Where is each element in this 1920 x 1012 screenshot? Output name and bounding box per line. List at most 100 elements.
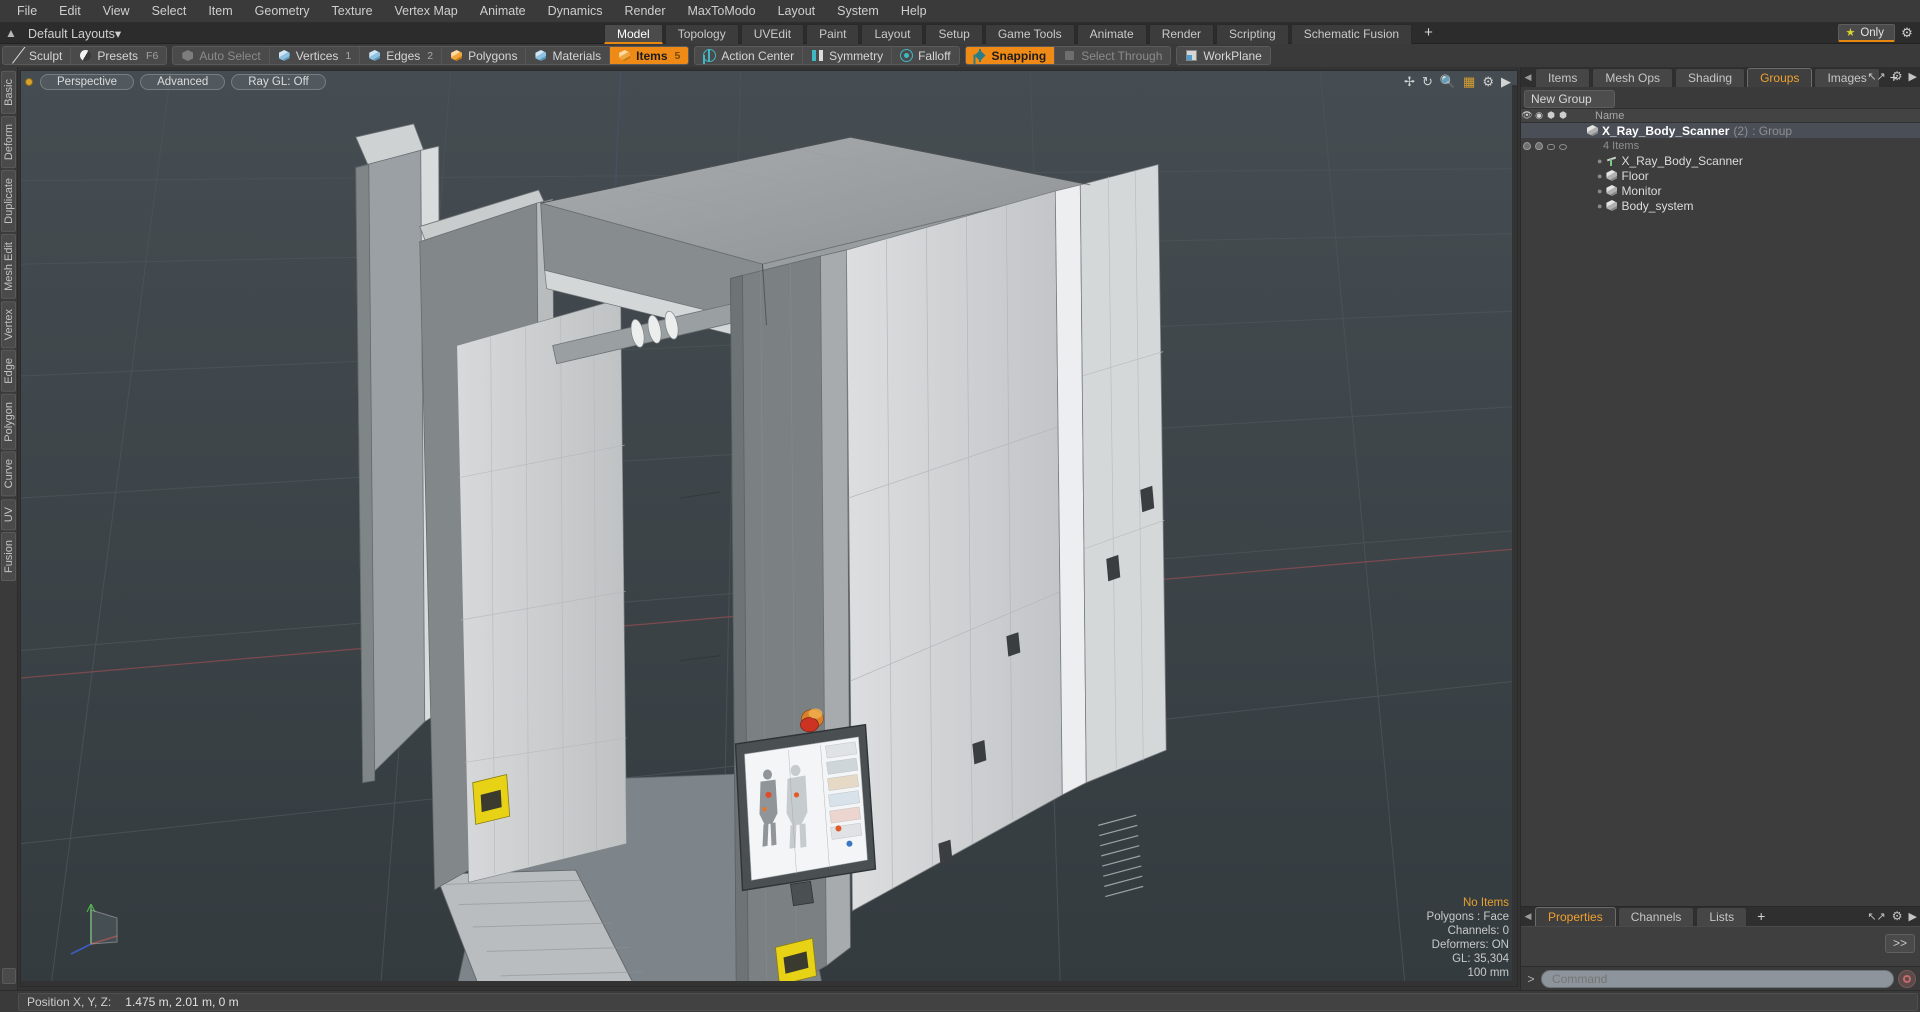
properties-tab-lists[interactable]: Lists (1696, 907, 1748, 926)
new-group-button[interactable]: New Group (1524, 89, 1615, 108)
home-up-icon[interactable]: ▲ (0, 26, 22, 40)
toolbar-workplane-button[interactable]: WorkPlane (1177, 47, 1269, 64)
expand-icon[interactable]: ↖↗ (1867, 70, 1885, 83)
chevron-right-icon[interactable]: ▶ (1909, 910, 1917, 923)
properties-add-tab-button[interactable]: + (1749, 907, 1773, 926)
menu-render[interactable]: Render (614, 0, 677, 23)
only-toggle-button[interactable]: ★ Only (1838, 24, 1895, 42)
rotate-icon[interactable]: ↻ (1422, 74, 1433, 90)
layout-tab-paint[interactable]: Paint (806, 24, 860, 44)
tree-row-monitor[interactable]: ● Monitor (1521, 183, 1920, 198)
layout-tab-schematic-fusion[interactable]: Schematic Fusion (1290, 24, 1413, 44)
menu-file[interactable]: File (6, 0, 48, 23)
toolbar-edges-button[interactable]: Edges 2 (360, 47, 443, 64)
render-region-icon[interactable]: ▦ (1463, 74, 1475, 90)
layout-tab-animate[interactable]: Animate (1076, 24, 1147, 44)
layout-tab-layout[interactable]: Layout (861, 24, 924, 44)
gear-icon[interactable]: ⚙ (1892, 909, 1903, 923)
toolbar-symmetry-button[interactable]: Symmetry (803, 47, 893, 64)
toolbar-items-button[interactable]: Items 5 (610, 47, 689, 64)
gear-icon[interactable]: ⚙ (1898, 25, 1916, 41)
toolbar-select-through-button[interactable]: Select Through (1055, 47, 1170, 64)
gear-icon[interactable]: ⚙ (1482, 74, 1494, 90)
tool-tab-vertex[interactable]: Vertex (1, 300, 16, 348)
menu-maxtomodo[interactable]: MaxToModo (677, 0, 767, 23)
layout-tab-uvedit[interactable]: UVEdit (740, 24, 805, 44)
tool-tab-mesh-edit[interactable]: Mesh Edit (1, 233, 16, 299)
menu-animate[interactable]: Animate (469, 0, 537, 23)
menu-layout[interactable]: Layout (767, 0, 827, 23)
tool-tab-curve[interactable]: Curve (1, 451, 16, 497)
panel-tab-shading[interactable]: Shading (1675, 68, 1746, 87)
tool-tab-edge[interactable]: Edge (1, 349, 16, 392)
tree-row-group[interactable]: X_Ray_Body_Scanner (2) : Group (1521, 123, 1920, 138)
gear-icon[interactable]: ⚙ (1892, 69, 1903, 83)
viewport-shading-mode-button[interactable]: Advanced (140, 74, 226, 90)
3d-viewport[interactable]: Perspective Advanced Ray GL: Off ✢ ↻ 🔍 ▦… (20, 70, 1518, 987)
menu-edit[interactable]: Edit (48, 0, 92, 23)
command-input[interactable] (1541, 969, 1894, 988)
layout-preset-selector[interactable]: Default Layouts▾ (22, 26, 121, 41)
menu-texture[interactable]: Texture (321, 0, 384, 23)
menu-vertex-map[interactable]: Vertex Map (384, 0, 469, 23)
shaded-toggle[interactable] (1557, 139, 1569, 153)
toolbar-presets-button[interactable]: Presets F6 (71, 47, 166, 64)
toolbar-materials-button[interactable]: Materials (526, 47, 611, 64)
tool-panel-toggle[interactable] (1, 968, 16, 984)
properties-tab-channels[interactable]: Channels (1617, 907, 1695, 926)
viewport-view-mode-button[interactable]: Perspective (40, 74, 135, 90)
menu-help[interactable]: Help (890, 0, 938, 23)
menu-system[interactable]: System (826, 0, 890, 23)
panel-tab-groups[interactable]: Groups (1747, 68, 1813, 87)
toolbar-falloff-button[interactable]: Falloff (892, 47, 958, 64)
tree-row-floor[interactable]: ● Floor (1521, 168, 1920, 183)
tree-row-body-system[interactable]: ● Body_system (1521, 198, 1920, 213)
add-layout-tab-button[interactable]: + (1414, 24, 1443, 44)
render-icon[interactable]: ◉ (1533, 110, 1545, 121)
viewport-indicator-dot[interactable] (25, 78, 33, 86)
wireframe-toggle[interactable] (1545, 139, 1557, 153)
chevron-right-icon[interactable]: ▶ (1909, 70, 1917, 83)
expand-icon[interactable]: ↖↗ (1867, 910, 1885, 923)
visibility-icon[interactable]: 👁 (1521, 110, 1533, 121)
layout-tab-model[interactable]: Model (604, 24, 663, 44)
shaded-icon[interactable]: ⬢ (1557, 110, 1569, 121)
tool-tab-polygon[interactable]: Polygon (1, 393, 16, 450)
tool-tab-uv[interactable]: UV (1, 498, 16, 531)
move-icon[interactable]: ✢ (1404, 74, 1415, 90)
panel-tab-mesh-ops[interactable]: Mesh Ops (1592, 68, 1674, 87)
viewport-raygl-button[interactable]: Ray GL: Off (231, 74, 326, 90)
menu-select[interactable]: Select (141, 0, 198, 23)
play-icon[interactable]: ▶ (1501, 74, 1511, 90)
toolbar-vertices-button[interactable]: Vertices 1 (270, 47, 361, 64)
layout-tab-scripting[interactable]: Scripting (1216, 24, 1289, 44)
menu-item[interactable]: Item (197, 0, 243, 23)
properties-menu-arrow-icon[interactable]: ◀ (1521, 907, 1535, 926)
menu-dynamics[interactable]: Dynamics (537, 0, 614, 23)
viewport-horizontal-scrollbar[interactable] (21, 981, 1517, 986)
wireframe-icon[interactable]: ⬢ (1545, 110, 1557, 121)
toolbar-auto-select-button[interactable]: Auto Select (173, 47, 270, 64)
properties-tab-properties[interactable]: Properties (1535, 907, 1616, 926)
render-toggle[interactable] (1533, 139, 1545, 153)
record-icon[interactable] (1898, 969, 1916, 988)
group-tree[interactable]: X_Ray_Body_Scanner (2) : Group 4 Items ●… (1521, 123, 1920, 906)
visibility-toggle[interactable] (1521, 139, 1533, 153)
viewport-vertical-scrollbar[interactable] (1512, 85, 1517, 986)
properties-expand-button[interactable]: >> (1884, 934, 1915, 953)
panel-menu-arrow-icon[interactable]: ◀ (1521, 68, 1535, 87)
layout-tab-topology[interactable]: Topology (664, 24, 739, 44)
toolbar-action-center-button[interactable]: Action Center (695, 47, 804, 64)
tool-tab-deform[interactable]: Deform (1, 115, 16, 168)
axis-gizmo[interactable] (61, 896, 131, 956)
panel-tab-items[interactable]: Items (1535, 68, 1591, 87)
tool-tab-fusion[interactable]: Fusion (1, 532, 16, 582)
menu-view[interactable]: View (92, 0, 141, 23)
tool-tab-basic[interactable]: Basic (1, 71, 16, 114)
toolbar-polygons-button[interactable]: Polygons (442, 47, 527, 64)
toolbar-snapping-button[interactable]: Snapping (965, 47, 1056, 64)
tree-row-locator[interactable]: ● X_Ray_Body_Scanner (1521, 153, 1920, 168)
layout-tab-game-tools[interactable]: Game Tools (984, 24, 1075, 44)
menu-geometry[interactable]: Geometry (244, 0, 321, 23)
tool-tab-duplicate[interactable]: Duplicate (1, 169, 16, 232)
